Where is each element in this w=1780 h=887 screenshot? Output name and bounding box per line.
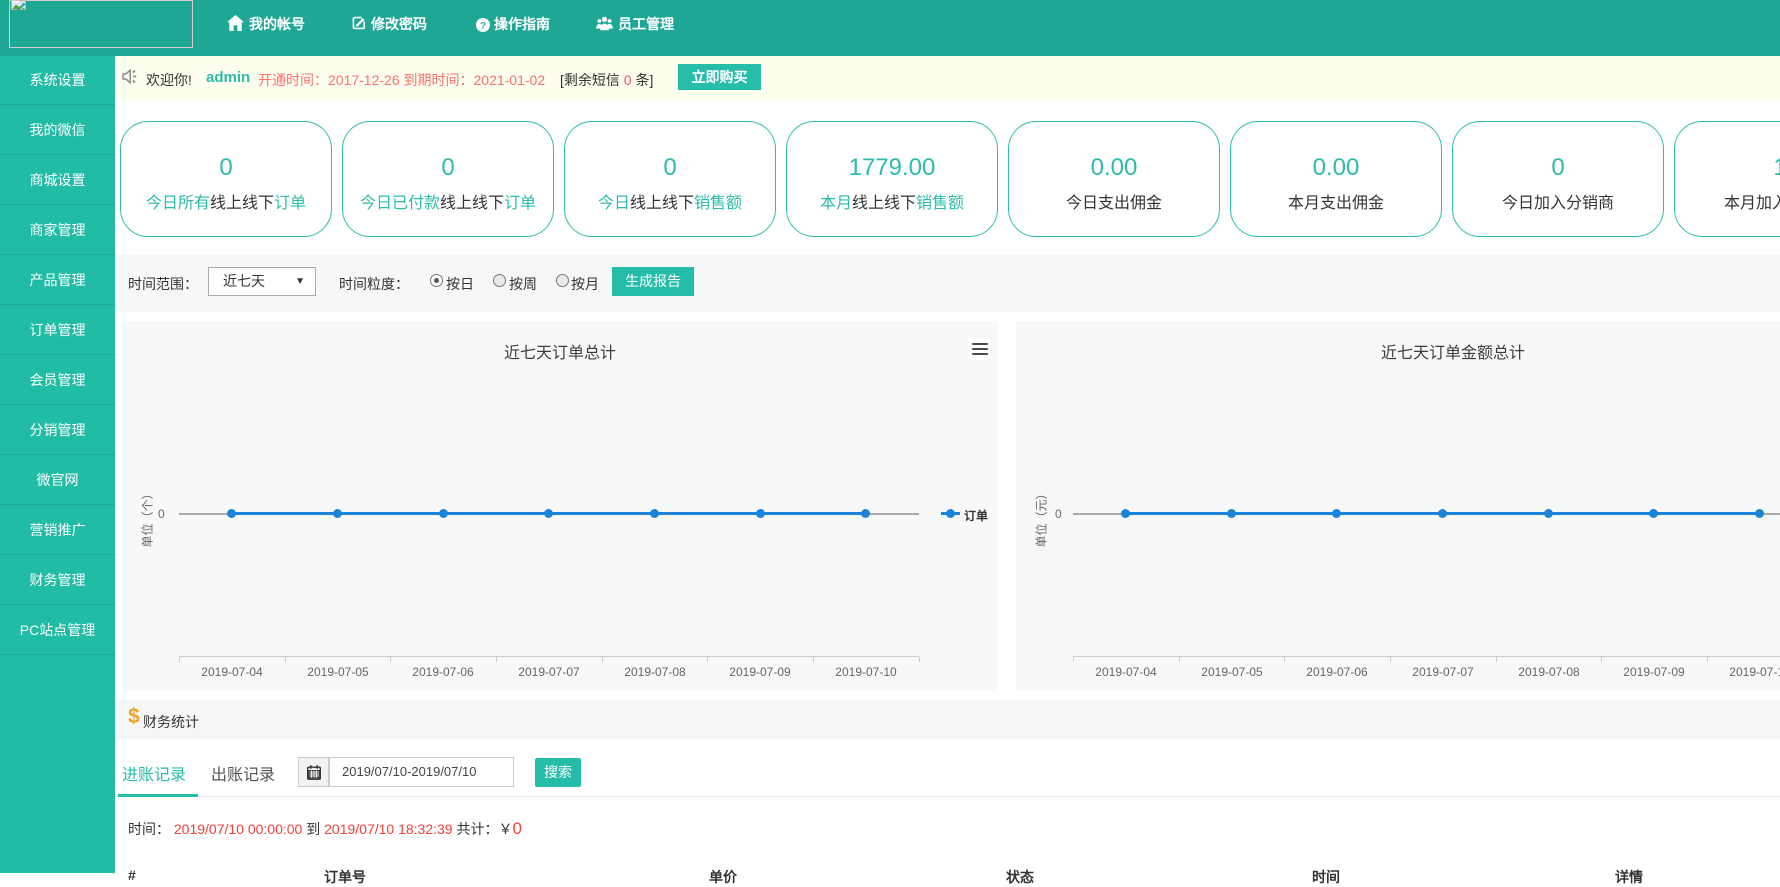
svg-text:?: ? (480, 21, 486, 32)
